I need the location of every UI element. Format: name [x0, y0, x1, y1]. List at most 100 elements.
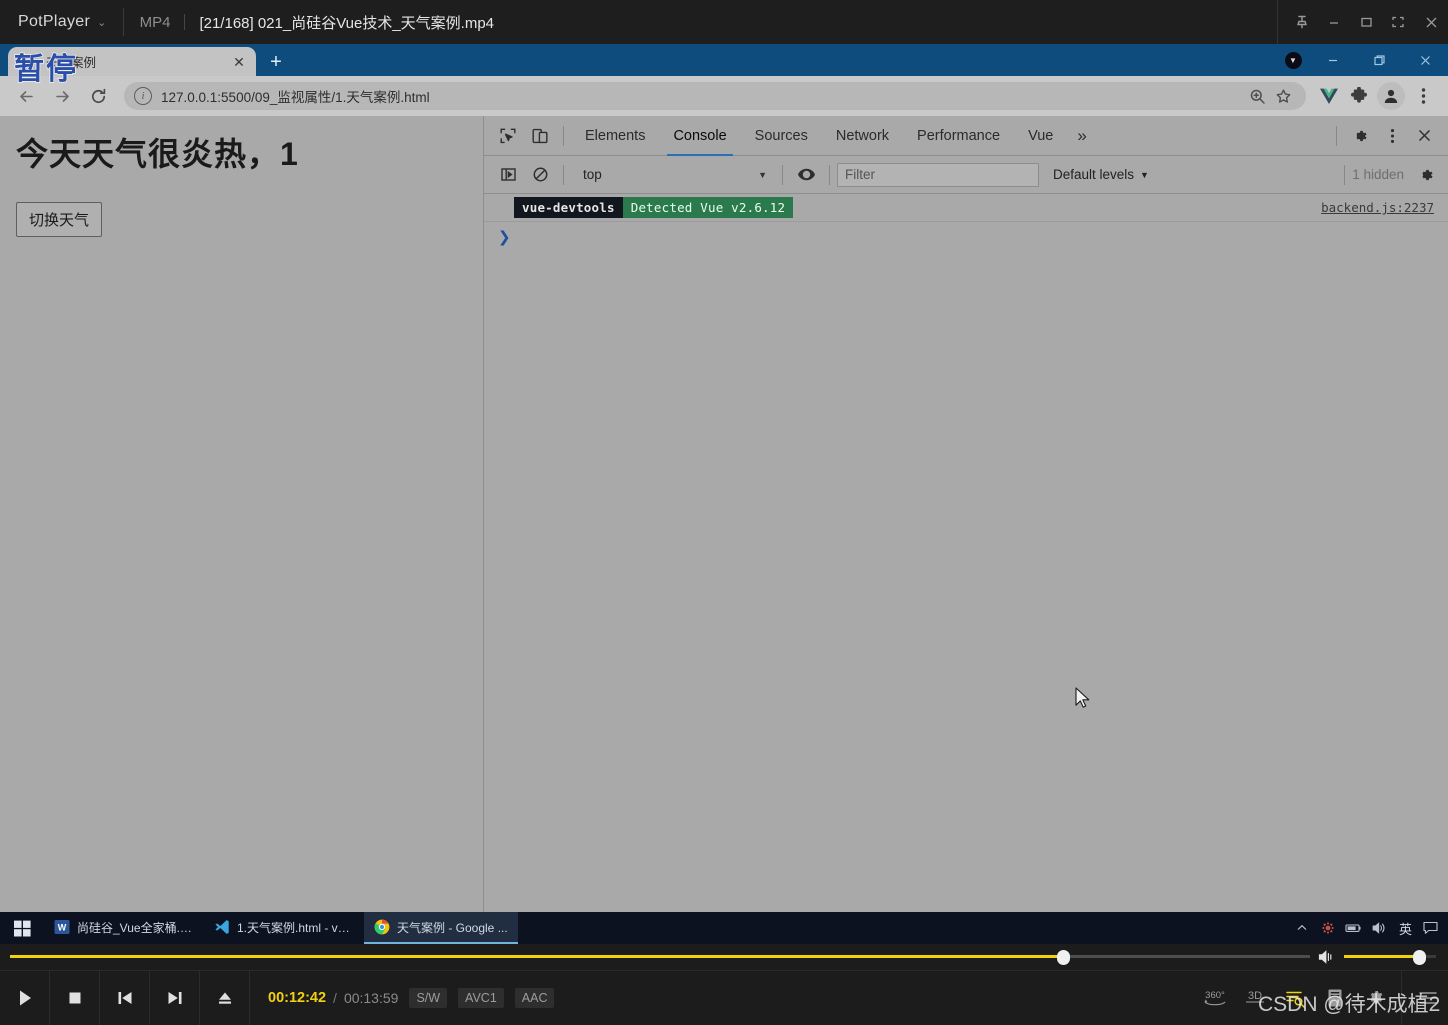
- media-format-badge: MP4: [139, 13, 171, 31]
- console-source-link[interactable]: backend.js:2237: [1321, 200, 1434, 215]
- chrome-window-controls: ▼: [1276, 44, 1448, 76]
- pin-icon[interactable]: [1286, 0, 1318, 44]
- system-tray: 英: [1289, 912, 1448, 944]
- close-icon[interactable]: [1414, 0, 1448, 44]
- page-heading: 今天天气很炎热，1: [16, 136, 299, 172]
- windows-taskbar: W 尚硅谷_Vue全家桶.d... 1.天气案例.html - vu... 天气…: [0, 912, 1448, 944]
- tab-vue[interactable]: Vue: [1014, 116, 1067, 156]
- settings-gear-icon[interactable]: [1344, 120, 1376, 152]
- svg-text:W: W: [58, 923, 67, 933]
- tabbar-divider: [563, 125, 564, 146]
- browser-tab[interactable]: 天气案例 ✕: [8, 47, 256, 76]
- log-levels-select[interactable]: Default levels ▼: [1053, 167, 1149, 182]
- console-sidebar-icon[interactable]: [492, 159, 524, 191]
- chrome-icon: [374, 919, 390, 935]
- console-filter-input[interactable]: [837, 162, 1039, 187]
- controls-divider: [1401, 970, 1402, 1025]
- forward-arrow-icon[interactable]: [46, 80, 78, 112]
- tab-search-icon[interactable]: ▼: [1276, 44, 1310, 76]
- taskbar-item-chrome[interactable]: 天气案例 - Google ...: [364, 912, 518, 944]
- ime-indicator[interactable]: 英: [1393, 919, 1418, 938]
- chrome-minimize-icon[interactable]: [1310, 44, 1356, 76]
- close-devtools-icon[interactable]: [1408, 120, 1440, 152]
- codec-badge-audio: AAC: [514, 988, 555, 1008]
- tab-close-icon[interactable]: ✕: [230, 53, 248, 71]
- start-button[interactable]: [0, 912, 44, 944]
- browser-viewport: 今天天气很炎热，1 切换天气 Elements Console Sources …: [0, 116, 1448, 912]
- console-context-select[interactable]: top ▼: [575, 163, 775, 187]
- bookmark-star-icon[interactable]: [1270, 83, 1296, 109]
- chrome-restore-icon[interactable]: [1356, 44, 1402, 76]
- more-tabs-icon[interactable]: »: [1067, 126, 1096, 146]
- clear-console-icon[interactable]: [524, 159, 556, 191]
- next-button[interactable]: [150, 971, 200, 1025]
- volume-handle[interactable]: [1413, 950, 1427, 965]
- menu-icon[interactable]: [1408, 971, 1448, 1025]
- codec-badge-sw: S/W: [409, 988, 448, 1008]
- toolbar-divider-3: [829, 164, 830, 185]
- tray-chevron-up-icon[interactable]: [1289, 912, 1315, 944]
- tab-sources[interactable]: Sources: [741, 116, 822, 156]
- settings-gear-icon[interactable]: [1355, 971, 1395, 1025]
- potplayer-button-row: 00:12:42 / 00:13:59 S/W AVC1 AAC 360° 3D: [0, 970, 1448, 1025]
- reload-icon[interactable]: [82, 80, 114, 112]
- potplayer-seek-row: [0, 944, 1448, 970]
- device-toolbar-icon[interactable]: [524, 120, 556, 152]
- volume-speaker-icon[interactable]: [1310, 944, 1344, 970]
- new-tab-button[interactable]: +: [264, 50, 288, 74]
- console-message-row[interactable]: vue-devtools Detected Vue v2.6.12 backen…: [484, 194, 1448, 222]
- taskbar-item-vscode[interactable]: 1.天气案例.html - vu...: [204, 912, 364, 944]
- tab-network[interactable]: Network: [822, 116, 903, 156]
- playlist-search-icon[interactable]: [1275, 971, 1315, 1025]
- volume-icon[interactable]: [1367, 912, 1393, 944]
- potplayer-app-menu[interactable]: PotPlayer ⌄: [0, 13, 107, 31]
- tray-app-icon[interactable]: [1315, 912, 1341, 944]
- minimize-icon[interactable]: [1318, 0, 1350, 44]
- more-options-icon[interactable]: [1376, 120, 1408, 152]
- book-icon[interactable]: [1315, 971, 1355, 1025]
- eye-icon[interactable]: [790, 159, 822, 191]
- tab-console[interactable]: Console: [659, 116, 740, 156]
- site-info-icon[interactable]: i: [134, 87, 152, 105]
- 3d-view-icon[interactable]: 3D: [1235, 971, 1275, 1025]
- play-button[interactable]: [0, 971, 50, 1025]
- tab-favicon-icon: [22, 53, 38, 70]
- omnibox[interactable]: i 127.0.0.1:5500/09_监视属性/1.天气案例.html: [124, 82, 1306, 110]
- hidden-messages-count: 1 hidden: [1352, 167, 1404, 182]
- tab-elements[interactable]: Elements: [571, 116, 659, 156]
- fullscreen-icon[interactable]: [1382, 0, 1414, 44]
- chrome-window: 天气案例 ✕ + ▼ i 127.0.0.1:5500/09_监视属性/1.天气…: [0, 44, 1448, 912]
- chrome-menu-icon[interactable]: [1408, 80, 1438, 112]
- detected-vue-badge: Detected Vue v2.6.12: [622, 197, 794, 218]
- taskbar-item-word[interactable]: W 尚硅谷_Vue全家桶.d...: [44, 912, 204, 944]
- switch-weather-button[interactable]: 切换天气: [16, 201, 103, 237]
- seek-bar[interactable]: [10, 944, 1310, 970]
- stop-button[interactable]: [50, 971, 100, 1025]
- notification-icon[interactable]: [1418, 912, 1444, 944]
- chevron-down-icon: ⌄: [97, 17, 107, 29]
- taskbar-item-label: 天气案例 - Google ...: [397, 920, 508, 935]
- titlebar-divider: [122, 8, 124, 36]
- console-settings-gear-icon[interactable]: [1410, 159, 1442, 191]
- tab-performance[interactable]: Performance: [903, 116, 1014, 156]
- eject-button[interactable]: [200, 971, 250, 1025]
- vue-devtools-icon[interactable]: [1314, 80, 1344, 112]
- devtools-panel: Elements Console Sources Network Perform…: [484, 116, 1448, 912]
- toolbar-divider-1: [563, 164, 564, 185]
- volume-slider[interactable]: [1344, 944, 1436, 970]
- potplayer-window-controls: [1277, 0, 1448, 44]
- inspect-element-icon[interactable]: [492, 120, 524, 152]
- battery-icon[interactable]: [1341, 912, 1367, 944]
- console-input-prompt[interactable]: ❯: [484, 222, 1448, 252]
- seek-handle[interactable]: [1057, 950, 1070, 965]
- 360-view-icon[interactable]: 360°: [1195, 971, 1235, 1025]
- back-arrow-icon[interactable]: [10, 80, 42, 112]
- previous-button[interactable]: [100, 971, 150, 1025]
- potplayer-controls: 00:12:42 / 00:13:59 S/W AVC1 AAC 360° 3D: [0, 944, 1448, 1025]
- maximize-icon[interactable]: [1350, 0, 1382, 44]
- chrome-close-icon[interactable]: [1402, 44, 1448, 76]
- zoom-in-icon[interactable]: [1244, 83, 1270, 109]
- extensions-icon[interactable]: [1344, 80, 1374, 112]
- chrome-navbar: i 127.0.0.1:5500/09_监视属性/1.天气案例.html: [0, 76, 1448, 116]
- profile-avatar[interactable]: [1377, 82, 1405, 110]
